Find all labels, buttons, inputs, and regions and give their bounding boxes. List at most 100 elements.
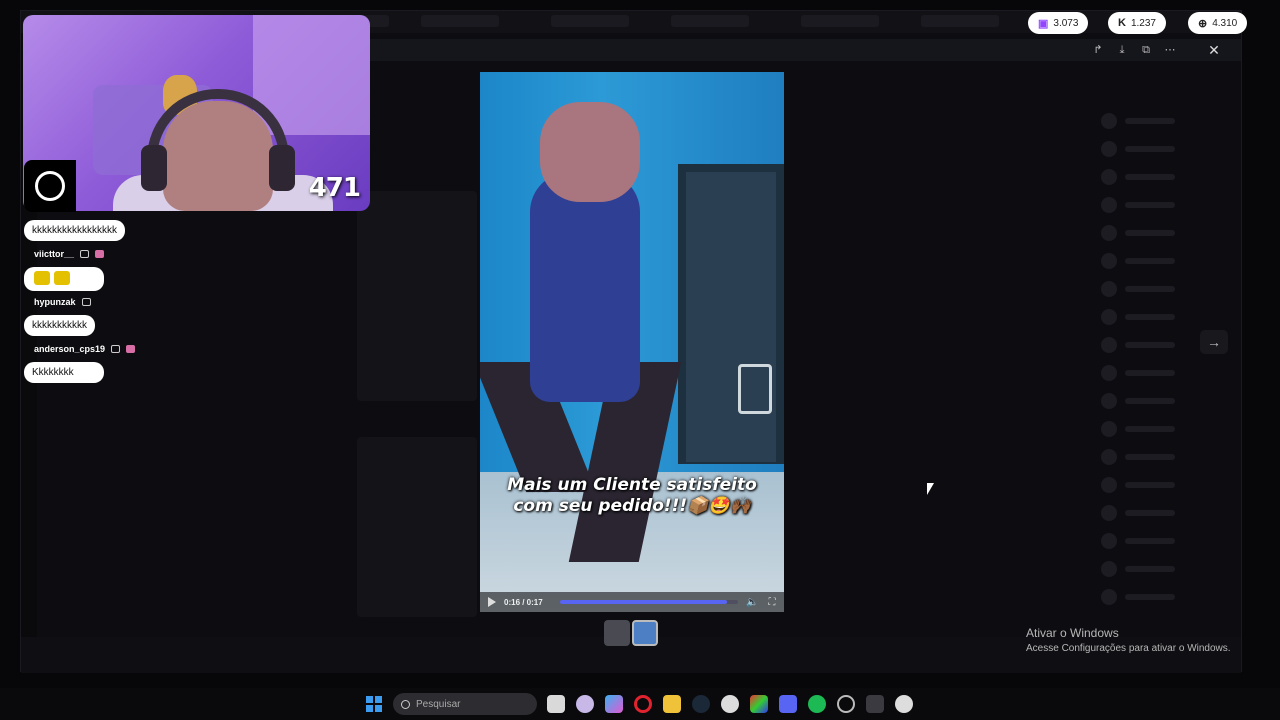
twitch-viewers-count: 3.073	[1053, 17, 1079, 29]
video-frame-person	[530, 172, 640, 402]
mouse-cursor-icon	[927, 483, 934, 495]
video-frame-door-inner	[686, 172, 776, 462]
video-caption-line: com seu pedido!!!📦🤩🙌🏾	[513, 496, 751, 516]
stream-logo-icon	[24, 160, 76, 212]
member-item[interactable]	[1091, 191, 1261, 219]
kick-icon: K	[1118, 17, 1126, 29]
emote-icon	[34, 271, 50, 285]
video-player[interactable]: Mais um Cliente satisfeito com seu pedid…	[480, 72, 784, 612]
headset-earcup-right	[269, 145, 295, 191]
video-frame-chair	[738, 364, 772, 414]
member-item[interactable]	[1091, 415, 1261, 443]
chat-username: viicttor__	[34, 249, 224, 259]
chat-message-emotes	[24, 267, 104, 291]
windows-start-icon[interactable]	[366, 696, 382, 712]
copilot-icon[interactable]	[605, 695, 623, 713]
capcut-icon[interactable]	[750, 695, 768, 713]
chat-username-text: viicttor__	[34, 249, 75, 259]
video-progress-fill	[560, 600, 728, 604]
discord-icon[interactable]	[779, 695, 797, 713]
browser-tab[interactable]	[921, 15, 999, 27]
member-item[interactable]	[1091, 583, 1261, 611]
taskbar: Pesquisar	[0, 688, 1280, 720]
member-item[interactable]	[1091, 387, 1261, 415]
media-thumbnail[interactable]	[604, 620, 630, 646]
emote-icon	[54, 271, 70, 285]
fullscreen-icon[interactable]: ⛶	[766, 597, 778, 608]
chat-username: anderson_cps19	[34, 344, 224, 354]
chat-message: kkkkkkkkkkk	[24, 315, 95, 336]
twitch-badge-icon	[81, 298, 91, 306]
next-media-button[interactable]: →	[1200, 330, 1228, 354]
file-explorer-icon[interactable]	[663, 695, 681, 713]
kick-viewers-count: 1.237	[1130, 17, 1156, 29]
member-item[interactable]	[1091, 443, 1261, 471]
browser-tab[interactable]	[671, 15, 749, 27]
desktop: 471 kkkkkkkkkkkkkkkkk viicttor__ hypunza…	[0, 0, 1280, 720]
member-list	[1091, 107, 1261, 647]
download-icon[interactable]: ⤓	[1116, 44, 1128, 56]
chat-message: kkkkkkkkkkkkkkkkk	[24, 220, 125, 241]
subscriber-badge-icon	[95, 250, 105, 258]
activation-subtitle: Acesse Configurações para ativar o Windo…	[1026, 643, 1231, 654]
video-controls: 0:16 / 0:17 🔈 ⛶	[480, 592, 784, 612]
media-thumbnails	[604, 620, 658, 646]
media-thumbnail-selected[interactable]	[632, 620, 658, 646]
member-item[interactable]	[1091, 135, 1261, 163]
member-item[interactable]	[1091, 275, 1261, 303]
twitch-icon: ▣	[1038, 17, 1049, 30]
spotify-icon[interactable]	[808, 695, 826, 713]
member-item[interactable]	[1091, 527, 1261, 555]
activation-title: Ativar o Windows	[1026, 626, 1119, 640]
media-player-icon[interactable]	[895, 695, 913, 713]
windows-activation-watermark: Ativar o Windows Acesse Configurações pa…	[1026, 626, 1231, 654]
more-options-icon[interactable]: ⋯	[1164, 44, 1176, 56]
video-caption: Mais um Cliente satisfeito com seu pedid…	[480, 475, 784, 517]
obs-icon[interactable]	[837, 695, 855, 713]
forward-icon[interactable]: ↱	[1092, 44, 1104, 56]
message-attachment	[357, 437, 477, 617]
app-icon[interactable]	[721, 695, 739, 713]
stream-chat-overlay: kkkkkkkkkkkkkkkkk viicttor__ hypunzak kk…	[24, 220, 224, 389]
member-item[interactable]	[1091, 499, 1261, 527]
browser-tab[interactable]	[801, 15, 879, 27]
video-progress-bar[interactable]	[560, 600, 738, 604]
subscriber-badge-icon	[126, 345, 136, 353]
total-viewers-pill: ⊕ 4.310	[1188, 12, 1248, 34]
member-item[interactable]	[1091, 331, 1261, 359]
app-icon[interactable]	[576, 695, 594, 713]
browser-tab[interactable]	[551, 15, 629, 27]
play-icon[interactable]	[488, 597, 496, 607]
open-external-icon[interactable]: ⧉	[1140, 44, 1152, 56]
browser-tab[interactable]	[421, 15, 499, 27]
chat-username-text: hypunzak	[34, 297, 76, 307]
volume-icon[interactable]: 🔈	[746, 597, 758, 608]
video-frame-head	[540, 102, 640, 202]
member-item[interactable]	[1091, 219, 1261, 247]
twitch-badge-icon	[80, 250, 90, 258]
globe-icon: ⊕	[1198, 17, 1208, 30]
member-item[interactable]	[1091, 107, 1261, 135]
video-caption-line: Mais um Cliente satisfeito	[507, 475, 757, 495]
member-item[interactable]	[1091, 247, 1261, 275]
member-item[interactable]	[1091, 303, 1261, 331]
terminal-icon[interactable]	[866, 695, 884, 713]
taskbar-apps	[547, 695, 913, 713]
member-item[interactable]	[1091, 555, 1261, 583]
opera-icon[interactable]	[634, 695, 652, 713]
message-attachment	[357, 191, 477, 401]
task-view-icon[interactable]	[547, 695, 565, 713]
total-viewers-count: 4.310	[1212, 17, 1238, 29]
taskbar-search[interactable]: Pesquisar	[393, 693, 537, 715]
arrow-right-icon: →	[1207, 334, 1221, 350]
member-item[interactable]	[1091, 359, 1261, 387]
viewer-counter: 471	[308, 173, 361, 203]
chat-message: Kkkkkkkk	[24, 362, 104, 383]
close-icon: ✕	[1208, 42, 1220, 58]
headset-earcup-left	[141, 145, 167, 191]
steam-icon[interactable]	[692, 695, 710, 713]
member-item[interactable]	[1091, 163, 1261, 191]
close-viewer-button[interactable]: ✕	[1203, 40, 1225, 60]
search-icon	[401, 699, 410, 709]
member-item[interactable]	[1091, 471, 1261, 499]
